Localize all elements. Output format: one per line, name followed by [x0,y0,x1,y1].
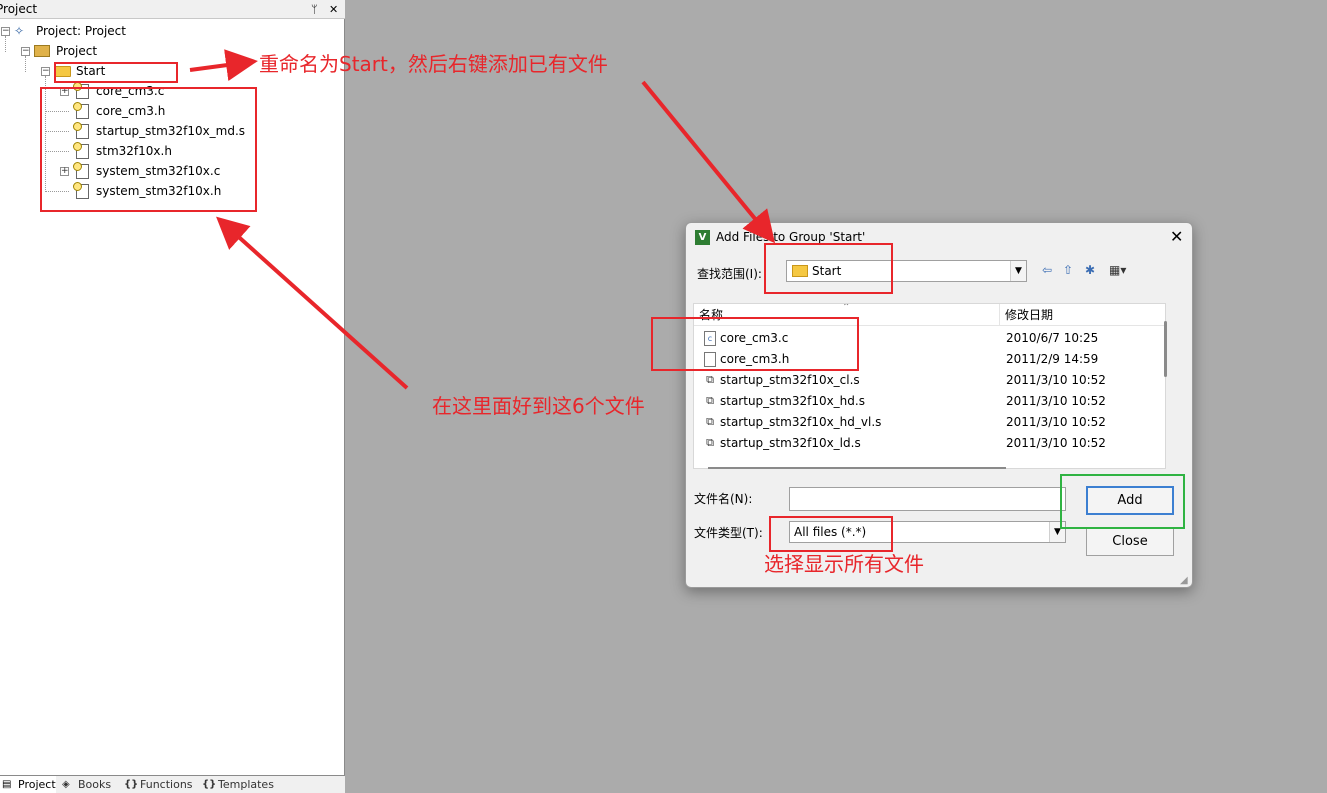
annotation-box-files [40,87,257,212]
annotation-find-files: 在这里面好到这6个文件 [432,394,645,418]
annotation-box-core-files [651,317,859,371]
asm-file-icon: ⧉ [706,436,714,449]
bottom-tab-bar: ▤ Project ◈ Books {} Functions {} Templa… [0,775,345,793]
up-folder-icon[interactable]: ⇧ [1063,262,1073,278]
tab-label: Books [78,778,112,791]
annotation-box-lookin [764,243,893,294]
file-row[interactable]: ⧉ startup_stm32f10x_cl.s 2011/3/10 10:52 [694,370,1164,391]
close-icon[interactable]: ✕ [1170,223,1183,251]
file-date: 2010/6/7 10:25 [1006,331,1099,345]
new-folder-icon[interactable]: ✱ [1085,262,1095,278]
templates-icon: {} [202,779,217,790]
filetype-label: 文件类型(T): [694,526,763,540]
asm-file-icon: ⧉ [706,415,714,428]
filename-input[interactable] [789,487,1066,511]
project-tab-icon: ▤ [2,779,12,790]
file-date: 2011/2/9 14:59 [1006,352,1099,366]
tree-root[interactable]: − ✧ Project: Project [0,21,200,41]
file-name: startup_stm32f10x_cl.s [720,373,860,387]
project-root-icon: ✧ [14,24,25,38]
file-name: startup_stm32f10x_hd.s [720,394,865,408]
asm-file-icon: ⧉ [706,394,714,407]
annotation-box-start [54,62,178,83]
tree-root-label: Project: Project [36,24,126,38]
tree-project-label: Project [56,44,98,58]
collapse-icon[interactable]: − [21,47,30,56]
tab-templates[interactable]: {} Templates [200,776,280,793]
tree-project[interactable]: − Project [20,41,220,61]
tab-books[interactable]: ◈ Books [60,776,118,793]
pin-icon[interactable]: ᛘ [311,0,318,18]
file-date: 2011/3/10 10:52 [1006,373,1106,387]
file-date: 2011/3/10 10:52 [1006,415,1106,429]
file-row[interactable]: ⧉ startup_stm32f10x_ld.s 2011/3/10 10:52 [694,433,1164,454]
file-row[interactable]: ⧉ startup_stm32f10x_hd_vl.s 2011/3/10 10… [694,412,1164,433]
close-pane-icon[interactable]: ✕ [329,0,338,18]
view-menu-icon[interactable]: ▦▾ [1109,262,1126,278]
tab-label: Functions [140,778,193,791]
file-row[interactable]: ⧉ startup_stm32f10x_hd.s 2011/3/10 10:52 [694,391,1164,412]
dialog-title-bar: V Add Files to Group 'Start' ✕ [686,223,1192,251]
books-icon: ◈ [62,779,70,790]
pane-title: Project [0,2,38,16]
file-date: 2011/3/10 10:52 [1006,394,1106,408]
tab-label: Templates [218,778,274,791]
vertical-scrollbar[interactable] [1164,321,1167,377]
pane-title-bar: Project ᛘ ✕ [0,0,345,19]
filename-label: 文件名(N): [694,492,753,506]
collapse-icon[interactable]: − [1,27,10,36]
back-icon[interactable]: ⇦ [1042,262,1052,278]
close-button[interactable]: Close [1086,527,1174,556]
keil-app-icon: V [695,230,710,245]
annotation-box-filetype [769,516,893,552]
target-icon [34,45,50,57]
functions-icon: {} [124,779,139,790]
file-name: startup_stm32f10x_ld.s [720,436,861,450]
column-separator[interactable] [999,304,1000,326]
annotation-box-add [1060,474,1185,529]
file-date: 2011/3/10 10:52 [1006,436,1106,450]
collapse-icon[interactable]: − [41,67,50,76]
tab-project[interactable]: ▤ Project [0,776,56,793]
resize-grip-icon[interactable]: ◢ [1180,575,1188,586]
chevron-down-icon[interactable]: ▼ [1010,261,1026,281]
tab-functions[interactable]: {} Functions [122,776,196,793]
column-date[interactable]: 修改日期 [1005,304,1053,326]
file-name: startup_stm32f10x_hd_vl.s [720,415,882,429]
horizontal-scrollbar[interactable] [708,467,1006,469]
annotation-filetype: 选择显示所有文件 [764,552,924,576]
annotation-rename: 重命名为Start，然后右键添加已有文件 [259,52,608,76]
lookin-label: 查找范围(I): [697,267,762,281]
arrow-to-lookin [641,80,776,244]
add-files-dialog: V Add Files to Group 'Start' ✕ 查找范围(I): … [685,222,1193,588]
tab-label: Project [18,778,56,791]
asm-file-icon: ⧉ [706,373,714,386]
